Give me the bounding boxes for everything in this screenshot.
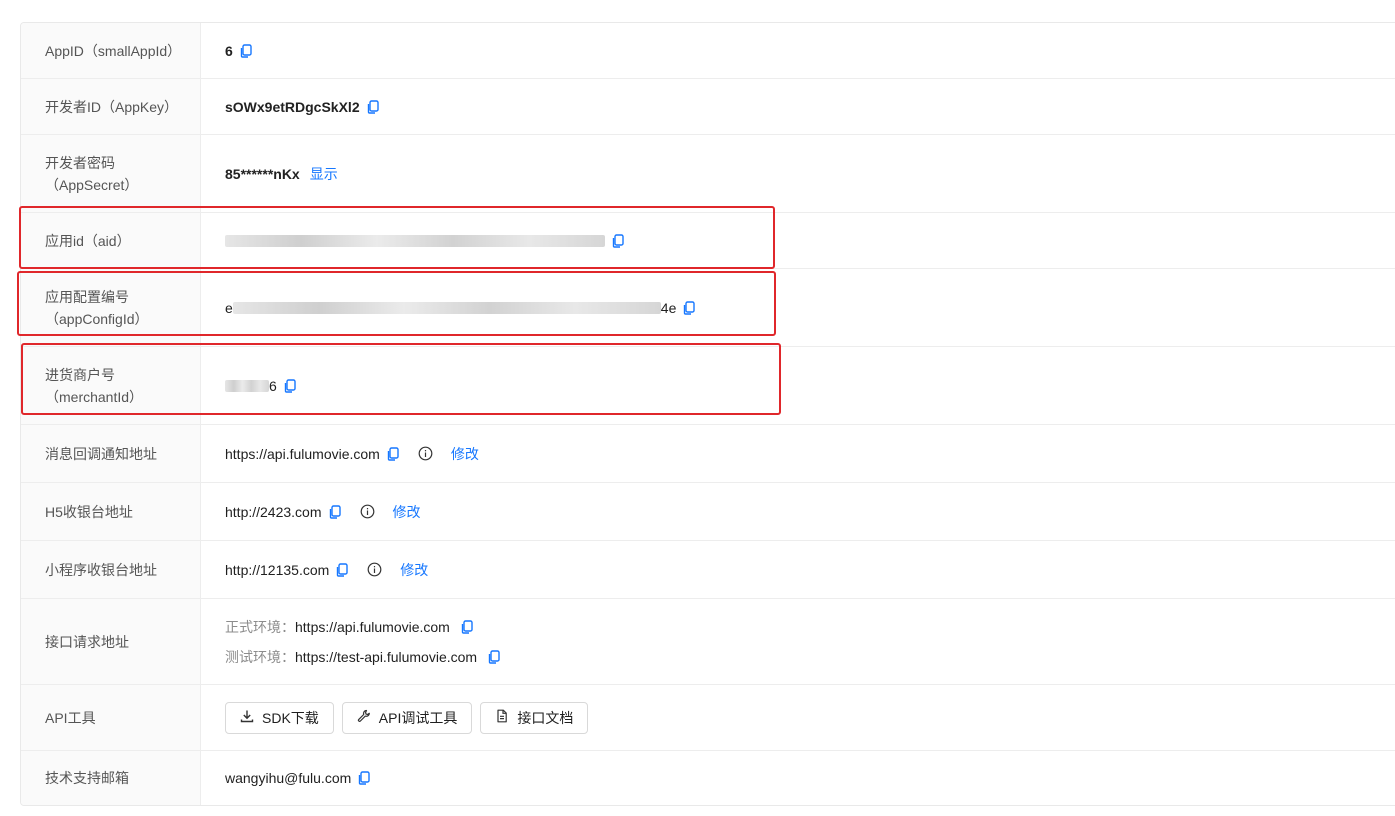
merchant-label: 进货商户号 （merchantId） [21,347,201,424]
callback-value-cell: https://api.fulumovie.com 修改 [201,425,1395,482]
api-docs-label: 接口文档 [517,709,574,726]
copy-icon[interactable] [611,233,625,248]
appconfig-value-suffix: 4e [660,299,677,316]
merchant-value-masked [225,379,269,392]
aid-label: 应用id（aid） [21,213,201,268]
copy-icon[interactable] [366,99,380,114]
sdk-download-button[interactable]: SDK下载 [225,701,334,734]
tools-value-cell: SDK下载 API调试工具 接口文档 [201,685,1395,750]
app-info-table: AppID（smallAppId） 6 开发者ID（AppKey） sOWx9e… [20,22,1395,806]
row-tools: API工具 SDK下载 API调试工具 接口文档 [21,685,1395,751]
merchant-value-cell: 6 [201,347,1395,424]
api-value-cell: 正式环境： https://api.fulumovie.com 测试环境： ht… [201,599,1395,684]
appkey-value-cell: sOWx9etRDgcSkXl2 [201,79,1395,134]
secret-label: 开发者密码 （AppSecret） [21,135,201,212]
row-api: 接口请求地址 正式环境： https://api.fulumovie.com 测… [21,599,1395,685]
appkey-label: 开发者ID（AppKey） [21,79,201,134]
api-label: 接口请求地址 [21,599,201,684]
email-label: 技术支持邮箱 [21,751,201,805]
test-env-label: 测试环境： [225,648,295,665]
wrench-icon [357,709,379,726]
appkey-value: sOWx9etRDgcSkXl2 [225,98,360,115]
email-value: wangyihu@fulu.com [225,770,352,786]
merchant-value-suffix: 6 [269,377,277,394]
h5-value: http://2423.com [225,503,322,520]
api-debug-button[interactable]: API调试工具 [341,701,473,734]
aid-value-cell [201,213,1395,268]
row-h5: H5收银台地址 http://2423.com 修改 [21,483,1395,541]
row-email: 技术支持邮箱 wangyihu@fulu.com [21,751,1395,805]
row-merchant: 进货商户号 （merchantId） 6 [21,347,1395,425]
row-secret: 开发者密码 （AppSecret） 85******nKx 显示 [21,135,1395,213]
appconfig-label-line1: 应用配置编号 [45,288,129,305]
h5-label: H5收银台地址 [21,483,201,540]
row-appkey: 开发者ID（AppKey） sOWx9etRDgcSkXl2 [21,79,1395,135]
copy-icon[interactable] [460,619,474,634]
appconfig-value-cell: e 4e [201,269,1395,346]
h5-value-cell: http://2423.com 修改 [201,483,1395,540]
email-value-cell: wangyihu@fulu.com [201,751,1395,805]
appconfig-value-prefix: e [225,299,233,316]
row-appid: AppID（smallAppId） 6 [21,23,1395,79]
merchant-label-line1: 进货商户号 [45,366,115,383]
copy-icon[interactable] [487,649,501,664]
row-appconfig: 应用配置编号 （appConfigId） e 4e [21,269,1395,347]
copy-icon[interactable] [335,562,349,577]
copy-icon[interactable] [357,771,371,785]
appconfig-value-masked [232,301,661,314]
row-mini: 小程序收银台地址 http://12135.com 修改 [21,541,1395,599]
secret-label-line2: （AppSecret） [45,176,139,193]
mini-value: http://12135.com [225,561,330,578]
appconfig-label: 应用配置编号 （appConfigId） [21,269,201,346]
sdk-download-label: SDK下载 [262,709,319,726]
callback-label: 消息回调通知地址 [21,425,201,482]
info-icon[interactable] [418,446,433,461]
aid-value-masked [225,234,605,247]
tools-label: API工具 [21,685,201,750]
secret-label-line1: 开发者密码 [45,154,115,171]
api-docs-button[interactable]: 接口文档 [480,701,589,734]
copy-icon[interactable] [328,504,342,519]
download-icon [240,709,262,726]
prod-env-label: 正式环境： [225,618,295,635]
edit-h5-link[interactable]: 修改 [393,502,421,522]
api-debug-label: API调试工具 [378,709,458,726]
copy-icon[interactable] [283,378,297,393]
copy-icon[interactable] [682,300,696,315]
appid-label: AppID（smallAppId） [21,23,201,78]
callback-value: https://api.fulumovie.com [225,445,380,462]
info-icon[interactable] [367,562,382,577]
appid-value-cell: 6 [201,23,1395,78]
copy-icon[interactable] [239,43,253,58]
info-icon[interactable] [360,504,375,519]
test-env-line: 测试环境： https://test-api.fulumovie.com [225,642,501,672]
appid-value: 6 [225,42,233,59]
edit-mini-link[interactable]: 修改 [400,560,428,580]
edit-callback-link[interactable]: 修改 [451,444,479,464]
document-icon [495,709,517,726]
appconfig-label-line2: （appConfigId） [45,310,149,327]
copy-icon[interactable] [386,446,400,461]
row-callback: 消息回调通知地址 https://api.fulumovie.com 修改 [21,425,1395,483]
mini-label: 小程序收银台地址 [21,541,201,598]
prod-env-line: 正式环境： https://api.fulumovie.com [225,612,474,642]
secret-value-cell: 85******nKx 显示 [201,135,1395,212]
row-aid: 应用id（aid） [21,213,1395,269]
merchant-label-line2: （merchantId） [45,388,144,405]
prod-env-value: https://api.fulumovie.com [295,618,450,635]
secret-value: 85******nKx [225,165,300,182]
test-env-value: https://test-api.fulumovie.com [295,648,478,665]
mini-value-cell: http://12135.com 修改 [201,541,1395,598]
show-secret-link[interactable]: 显示 [310,164,338,184]
